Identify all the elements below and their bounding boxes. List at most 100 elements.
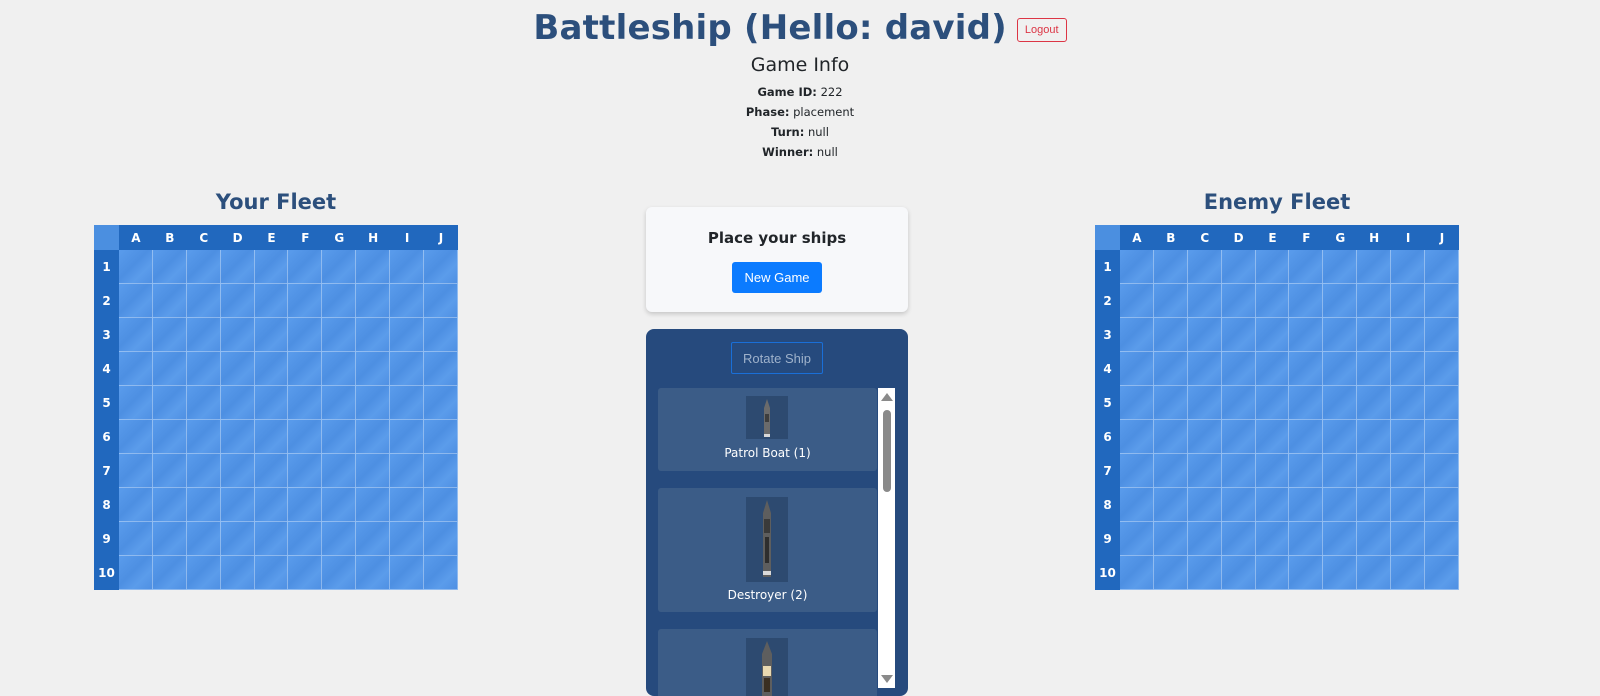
your-fleet-cell-A2[interactable] (119, 284, 153, 318)
your-fleet-cell-G1[interactable] (322, 250, 357, 284)
your-fleet-cell-E4[interactable] (254, 352, 289, 386)
your-fleet-cell-G2[interactable] (322, 284, 357, 318)
enemy-fleet-cell-F5[interactable] (1289, 386, 1324, 420)
your-fleet-cell-J9[interactable] (424, 522, 458, 556)
your-fleet-cell-H1[interactable] (356, 250, 391, 284)
your-fleet-cell-D1[interactable] (220, 250, 255, 284)
your-fleet-cell-A3[interactable] (119, 318, 153, 352)
your-fleet-cell-E10[interactable] (254, 556, 289, 590)
enemy-fleet-cell-I8[interactable] (1391, 488, 1426, 522)
your-fleet-cell-I5[interactable] (390, 386, 425, 420)
your-fleet-cell-C6[interactable] (186, 420, 221, 454)
your-fleet-cell-H3[interactable] (356, 318, 391, 352)
enemy-fleet-cell-G9[interactable] (1323, 522, 1358, 556)
enemy-fleet-cell-B6[interactable] (1153, 420, 1188, 454)
your-fleet-cell-B8[interactable] (152, 488, 187, 522)
your-fleet-cell-E6[interactable] (254, 420, 289, 454)
enemy-fleet-cell-H6[interactable] (1357, 420, 1392, 454)
your-fleet-cell-A5[interactable] (119, 386, 153, 420)
enemy-fleet-cell-H4[interactable] (1357, 352, 1392, 386)
enemy-fleet-cell-I9[interactable] (1391, 522, 1426, 556)
your-fleet-cell-C1[interactable] (186, 250, 221, 284)
your-fleet-cell-I10[interactable] (390, 556, 425, 590)
enemy-fleet-cell-C5[interactable] (1187, 386, 1222, 420)
enemy-fleet-cell-I6[interactable] (1391, 420, 1426, 454)
your-fleet-cell-G8[interactable] (322, 488, 357, 522)
enemy-fleet-cell-F8[interactable] (1289, 488, 1324, 522)
enemy-fleet-cell-I2[interactable] (1391, 284, 1426, 318)
ship-item-next[interactable] (658, 629, 877, 696)
enemy-fleet-cell-G4[interactable] (1323, 352, 1358, 386)
enemy-fleet-cell-G7[interactable] (1323, 454, 1358, 488)
enemy-fleet-cell-J3[interactable] (1425, 318, 1459, 352)
your-fleet-cell-E3[interactable] (254, 318, 289, 352)
enemy-fleet-cell-G6[interactable] (1323, 420, 1358, 454)
enemy-fleet-cell-F1[interactable] (1289, 250, 1324, 284)
enemy-fleet-cell-G3[interactable] (1323, 318, 1358, 352)
your-fleet-cell-D5[interactable] (220, 386, 255, 420)
enemy-fleet-cell-A4[interactable] (1120, 352, 1154, 386)
enemy-fleet-cell-D10[interactable] (1221, 556, 1256, 590)
your-fleet-cell-C2[interactable] (186, 284, 221, 318)
your-fleet-cell-D6[interactable] (220, 420, 255, 454)
your-fleet-cell-A7[interactable] (119, 454, 153, 488)
enemy-fleet-cell-H1[interactable] (1357, 250, 1392, 284)
your-fleet-cell-F4[interactable] (288, 352, 323, 386)
enemy-fleet-cell-E10[interactable] (1255, 556, 1290, 590)
your-fleet-cell-J3[interactable] (424, 318, 458, 352)
enemy-fleet-cell-I7[interactable] (1391, 454, 1426, 488)
enemy-fleet-cell-B3[interactable] (1153, 318, 1188, 352)
your-fleet-cell-I9[interactable] (390, 522, 425, 556)
ship-list[interactable]: Patrol Boat (1) Destroyer (2) (658, 388, 877, 696)
your-fleet-cell-I4[interactable] (390, 352, 425, 386)
enemy-fleet-cell-I5[interactable] (1391, 386, 1426, 420)
enemy-fleet-cell-C4[interactable] (1187, 352, 1222, 386)
enemy-fleet-cell-I3[interactable] (1391, 318, 1426, 352)
enemy-fleet-cell-D1[interactable] (1221, 250, 1256, 284)
enemy-fleet-cell-G1[interactable] (1323, 250, 1358, 284)
enemy-fleet-cell-D7[interactable] (1221, 454, 1256, 488)
your-fleet-cell-F5[interactable] (288, 386, 323, 420)
enemy-fleet-cell-J6[interactable] (1425, 420, 1459, 454)
your-fleet-cell-A6[interactable] (119, 420, 153, 454)
your-fleet-cell-B5[interactable] (152, 386, 187, 420)
enemy-fleet-cell-E8[interactable] (1255, 488, 1290, 522)
your-fleet-cell-B1[interactable] (152, 250, 187, 284)
your-fleet-cell-J4[interactable] (424, 352, 458, 386)
your-fleet-cell-F10[interactable] (288, 556, 323, 590)
your-fleet-cell-G9[interactable] (322, 522, 357, 556)
your-fleet-cell-D3[interactable] (220, 318, 255, 352)
your-fleet-cell-F2[interactable] (288, 284, 323, 318)
your-fleet-cell-A10[interactable] (119, 556, 153, 590)
your-fleet-cell-C3[interactable] (186, 318, 221, 352)
your-fleet-cell-B7[interactable] (152, 454, 187, 488)
enemy-fleet-cell-C7[interactable] (1187, 454, 1222, 488)
your-fleet-cell-B10[interactable] (152, 556, 187, 590)
scroll-down-icon[interactable] (881, 675, 893, 683)
your-fleet-cell-D10[interactable] (220, 556, 255, 590)
enemy-fleet-cell-H7[interactable] (1357, 454, 1392, 488)
your-fleet-cell-J7[interactable] (424, 454, 458, 488)
enemy-fleet-cell-J7[interactable] (1425, 454, 1459, 488)
your-fleet-cell-I3[interactable] (390, 318, 425, 352)
enemy-fleet-cell-D5[interactable] (1221, 386, 1256, 420)
enemy-fleet-cell-D8[interactable] (1221, 488, 1256, 522)
your-fleet-cell-E9[interactable] (254, 522, 289, 556)
enemy-fleet-cell-C9[interactable] (1187, 522, 1222, 556)
your-fleet-cell-I7[interactable] (390, 454, 425, 488)
enemy-fleet-cell-E5[interactable] (1255, 386, 1290, 420)
enemy-fleet-cell-C8[interactable] (1187, 488, 1222, 522)
your-fleet-cell-F3[interactable] (288, 318, 323, 352)
enemy-fleet-cell-A8[interactable] (1120, 488, 1154, 522)
your-fleet-cell-F9[interactable] (288, 522, 323, 556)
your-fleet-cell-B4[interactable] (152, 352, 187, 386)
enemy-fleet-cell-J1[interactable] (1425, 250, 1459, 284)
your-fleet-cell-H10[interactable] (356, 556, 391, 590)
enemy-fleet-board[interactable]: A B C D E F G H I J 1 2 3 4 5 6 7 8 9 10 (1095, 225, 1459, 590)
your-fleet-cell-D2[interactable] (220, 284, 255, 318)
enemy-fleet-cell-F2[interactable] (1289, 284, 1324, 318)
enemy-fleet-cell-B5[interactable] (1153, 386, 1188, 420)
enemy-fleet-cell-F10[interactable] (1289, 556, 1324, 590)
your-fleet-cell-J6[interactable] (424, 420, 458, 454)
your-fleet-cell-C8[interactable] (186, 488, 221, 522)
